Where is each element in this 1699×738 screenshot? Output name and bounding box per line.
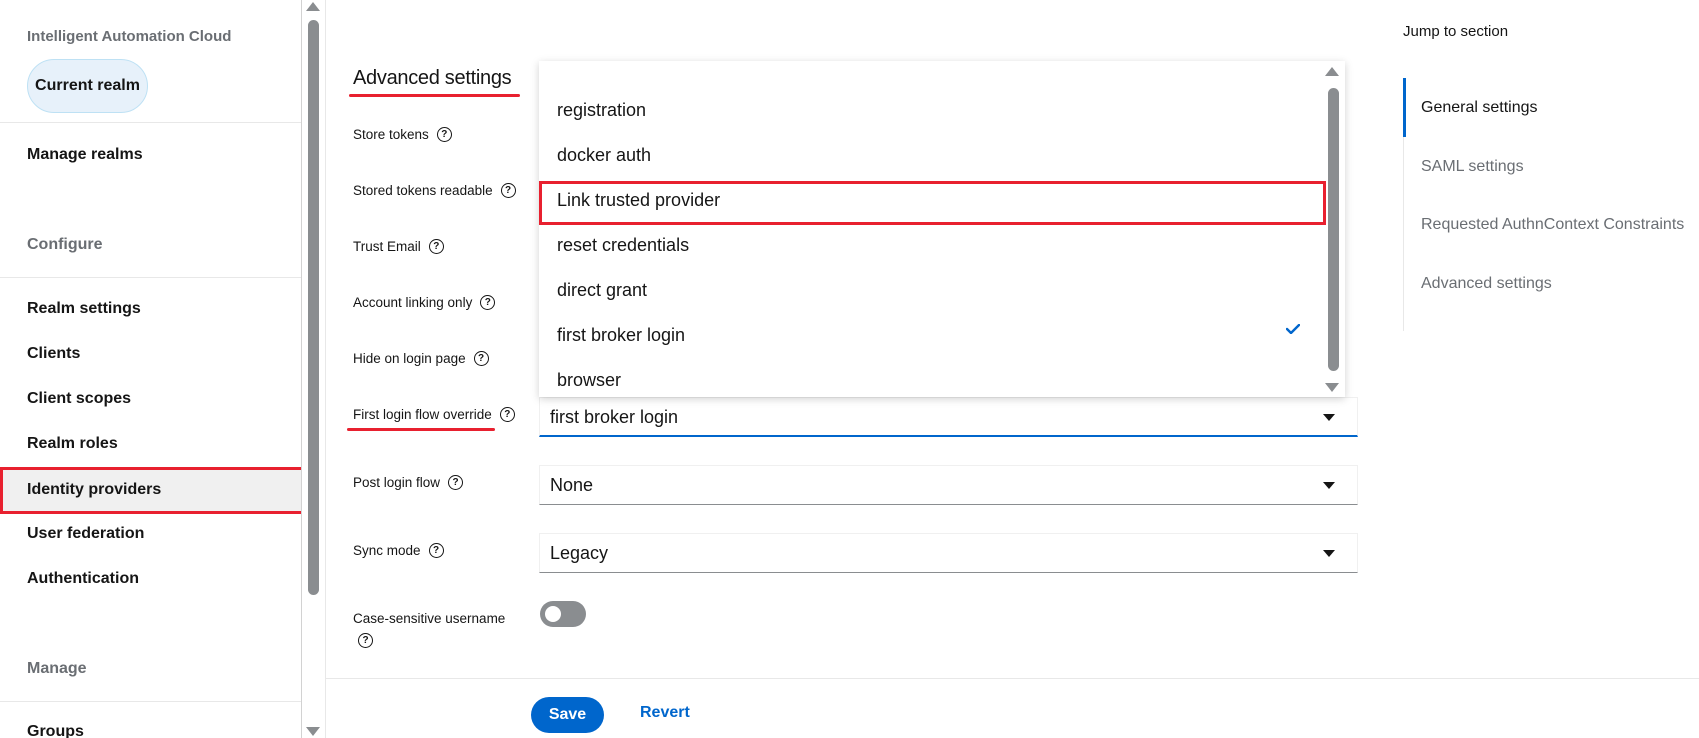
caret-down-icon bbox=[1323, 482, 1335, 489]
first-login-flow-select[interactable]: first broker login bbox=[539, 397, 1358, 437]
caret-down-icon bbox=[1323, 414, 1335, 421]
help-icon[interactable]: ? bbox=[436, 127, 452, 142]
label-trust-email: Trust Email ? bbox=[353, 239, 444, 254]
label-text: Account linking only bbox=[353, 295, 473, 310]
dropdown-option-first-broker-login[interactable]: first broker login bbox=[557, 325, 685, 346]
label-case-sensitive-username: Case-sensitive username bbox=[353, 611, 505, 626]
label-text: Post login flow bbox=[353, 475, 441, 490]
dropdown-option-browser[interactable]: browser bbox=[557, 370, 621, 391]
select-value: first broker login bbox=[550, 407, 679, 427]
label-sync-mode: Sync mode ? bbox=[353, 543, 444, 558]
label-post-login-flow: Post login flow ? bbox=[353, 475, 464, 490]
jump-link-general-settings[interactable]: General settings bbox=[1421, 99, 1538, 117]
sidebar-item-label: Identity providers bbox=[27, 481, 162, 498]
label-text: Sync mode bbox=[353, 543, 421, 558]
sidebar-section-configure: Configure bbox=[27, 236, 103, 253]
save-button[interactable]: Save bbox=[531, 697, 604, 733]
annotation-underline bbox=[349, 94, 520, 97]
label-stored-tokens-readable: Stored tokens readable ? bbox=[353, 183, 516, 198]
sidebar-item-user-federation[interactable]: User federation bbox=[27, 525, 144, 543]
sidebar-item-realm-roles[interactable]: Realm roles bbox=[27, 435, 118, 453]
brand-name: Intelligent Automation Cloud bbox=[27, 28, 232, 45]
help-icon[interactable]: ? bbox=[358, 633, 373, 648]
scroll-up-arrow-icon[interactable] bbox=[1325, 67, 1339, 76]
help-icon[interactable]: ? bbox=[473, 351, 489, 366]
caret-down-icon bbox=[1323, 550, 1335, 557]
sidebar-item-identity-providers[interactable]: Identity providers bbox=[0, 467, 301, 514]
help-icon[interactable]: ? bbox=[428, 543, 444, 558]
checkmark-icon bbox=[1286, 324, 1300, 334]
dropdown-option-docker-auth[interactable]: docker auth bbox=[557, 145, 651, 166]
sidebar-item-realm-settings[interactable]: Realm settings bbox=[27, 300, 141, 318]
case-sensitive-username-toggle[interactable] bbox=[540, 601, 586, 627]
label-store-tokens: Store tokens ? bbox=[353, 127, 452, 142]
jump-link-requested-authncontext-constraints[interactable]: Requested AuthnContext Constraints bbox=[1421, 216, 1684, 234]
sidebar-divider bbox=[0, 701, 301, 702]
sidebar-item-clients[interactable]: Clients bbox=[27, 345, 80, 363]
sidebar-divider bbox=[0, 277, 301, 278]
label-text: Trust Email bbox=[353, 239, 421, 254]
revert-link[interactable]: Revert bbox=[640, 704, 690, 722]
help-icon[interactable]: ? bbox=[428, 239, 444, 254]
select-value: None bbox=[550, 475, 594, 495]
scroll-down-arrow-icon[interactable] bbox=[1325, 383, 1339, 392]
help-icon[interactable]: ? bbox=[448, 475, 464, 490]
help-icon[interactable]: ? bbox=[500, 183, 516, 198]
sidebar-divider bbox=[0, 122, 301, 123]
scroll-down-arrow-icon[interactable] bbox=[306, 727, 320, 736]
dropdown-scroll-thumb[interactable] bbox=[1328, 88, 1339, 371]
scroll-up-arrow-icon[interactable] bbox=[306, 2, 320, 11]
footer-divider bbox=[326, 678, 1699, 679]
help-icon[interactable]: ? bbox=[499, 407, 515, 422]
section-title-advanced-settings: Advanced settings bbox=[353, 67, 512, 89]
sidebar-item-manage-realms[interactable]: Manage realms bbox=[27, 146, 143, 164]
sidebar-section-manage: Manage bbox=[27, 660, 87, 677]
post-login-flow-select[interactable]: None bbox=[539, 465, 1358, 505]
first-login-flow-dropdown-menu: registration docker auth Link trusted pr… bbox=[539, 61, 1345, 397]
jump-to-section-title: Jump to section bbox=[1403, 23, 1509, 40]
help-icon[interactable]: ? bbox=[480, 295, 496, 310]
sidebar-scroll-thumb[interactable] bbox=[308, 20, 319, 595]
label-text: First login flow override bbox=[353, 407, 492, 422]
dropdown-option-registration[interactable]: registration bbox=[557, 100, 646, 121]
label-text: Case-sensitive username bbox=[353, 611, 506, 626]
jump-link-saml-settings[interactable]: SAML settings bbox=[1421, 158, 1524, 176]
sidebar-item-authentication[interactable]: Authentication bbox=[27, 570, 139, 588]
dropdown-option-link-trusted-provider[interactable]: Link trusted provider bbox=[557, 190, 720, 211]
sidebar-item-client-scopes[interactable]: Client scopes bbox=[27, 390, 131, 408]
label-text: Hide on login page bbox=[353, 351, 466, 366]
current-realm-pill[interactable]: Current realm bbox=[27, 59, 148, 113]
dropdown-option-direct-grant[interactable]: direct grant bbox=[557, 280, 647, 301]
label-account-linking-only: Account linking only ? bbox=[353, 295, 496, 310]
jump-active-indicator bbox=[1403, 78, 1406, 137]
dropdown-option-reset-credentials[interactable]: reset credentials bbox=[557, 235, 689, 256]
label-text: Stored tokens readable bbox=[353, 183, 493, 198]
label-text: Store tokens bbox=[353, 127, 429, 142]
sidebar-item-groups[interactable]: Groups bbox=[27, 723, 84, 738]
sidebar: Intelligent Automation Cloud Current rea… bbox=[0, 0, 302, 738]
main-divider bbox=[325, 0, 326, 738]
label-first-login-flow-override: First login flow override ? bbox=[353, 407, 515, 422]
toggle-knob bbox=[545, 606, 561, 622]
select-value: Legacy bbox=[550, 543, 609, 563]
sync-mode-select[interactable]: Legacy bbox=[539, 533, 1358, 573]
jump-link-advanced-settings[interactable]: Advanced settings bbox=[1421, 275, 1552, 293]
label-hide-on-login-page: Hide on login page ? bbox=[353, 351, 489, 366]
annotation-underline bbox=[347, 428, 495, 431]
